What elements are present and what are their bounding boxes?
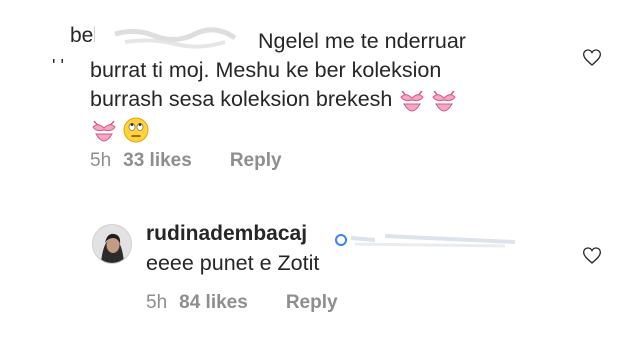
redaction-mark: ' ' — [52, 56, 64, 76]
comment-username[interactable]: rudinadembacaj — [146, 222, 307, 246]
bikini-emoji-icon — [400, 90, 424, 112]
comment-text-line3: burrash sesa koleksion brekesh — [90, 87, 393, 111]
bikini-emoji-icon — [432, 90, 456, 112]
comment-item: bebak ' ' Ngelel me te nderruar burrat t… — [0, 0, 640, 190]
redaction-scribble — [335, 234, 516, 248]
heart-outline-icon[interactable] — [582, 246, 602, 265]
comment-time: 5h — [90, 150, 112, 171]
emoji-group — [90, 116, 150, 144]
comment-text: Ngelel me te nderruar burrat ti moj. Mes… — [90, 27, 560, 144]
profile-photo-icon — [93, 225, 131, 263]
comment-meta: 5h 84 likes Reply — [146, 292, 338, 314]
comment-time: 5h — [146, 292, 168, 313]
reply-button[interactable]: Reply — [286, 292, 338, 314]
reply-button[interactable]: Reply — [230, 150, 282, 172]
comment-meta: 5h 33 likes Reply — [90, 150, 282, 172]
heart-outline-icon[interactable] — [582, 48, 602, 67]
comment-text-line: Ngelel me te nderruar — [258, 29, 466, 53]
emoji-group — [398, 88, 458, 112]
comment-text: eeee punet e Zotit — [146, 251, 320, 275]
reply-comment-item: rudinadembacaj eeee punet e Zotit 5h 84 … — [0, 208, 640, 338]
avatar[interactable] — [92, 224, 132, 264]
comment-text-line: burrat ti moj. Meshu ke ber koleksion — [90, 58, 442, 82]
bikini-emoji-icon — [92, 120, 116, 142]
likes-count[interactable]: 84 likes — [179, 292, 248, 314]
likes-count[interactable]: 33 likes — [123, 150, 192, 172]
eye-roll-emoji-icon — [123, 117, 149, 143]
comment-text-line: burrash sesa koleksion brekesh — [90, 85, 560, 114]
